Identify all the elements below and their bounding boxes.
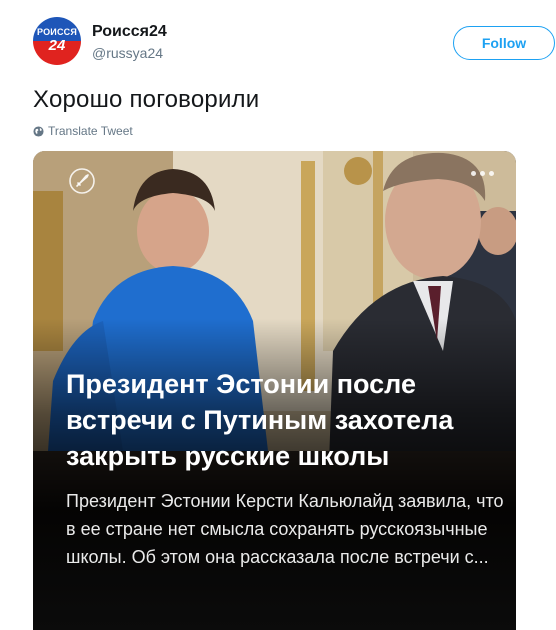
- more-dots-icon[interactable]: [471, 171, 494, 176]
- rocket-icon: [69, 168, 95, 194]
- translate-tweet-link[interactable]: Translate Tweet: [33, 124, 133, 138]
- avatar[interactable]: РОИССЯ 24: [33, 17, 81, 65]
- account-name[interactable]: Роисся24: [92, 23, 167, 41]
- globe-icon: [33, 125, 44, 137]
- card-headline: Президент Эстонии после встречи с Путины…: [66, 369, 454, 471]
- link-card[interactable]: Президент Эстонии после встречи с Путины…: [33, 151, 516, 630]
- account-handle[interactable]: @russya24: [92, 45, 163, 61]
- follow-button[interactable]: Follow: [453, 26, 555, 60]
- translate-label: Translate Tweet: [48, 124, 133, 138]
- avatar-logo-text: РОИССЯ: [36, 26, 78, 37]
- avatar-logo-number: 24: [48, 36, 66, 54]
- tweet-text: Хорошо поговорили: [33, 86, 260, 113]
- card-description: Президент Эстонии Керсти Кальюлайд заяви…: [66, 491, 504, 567]
